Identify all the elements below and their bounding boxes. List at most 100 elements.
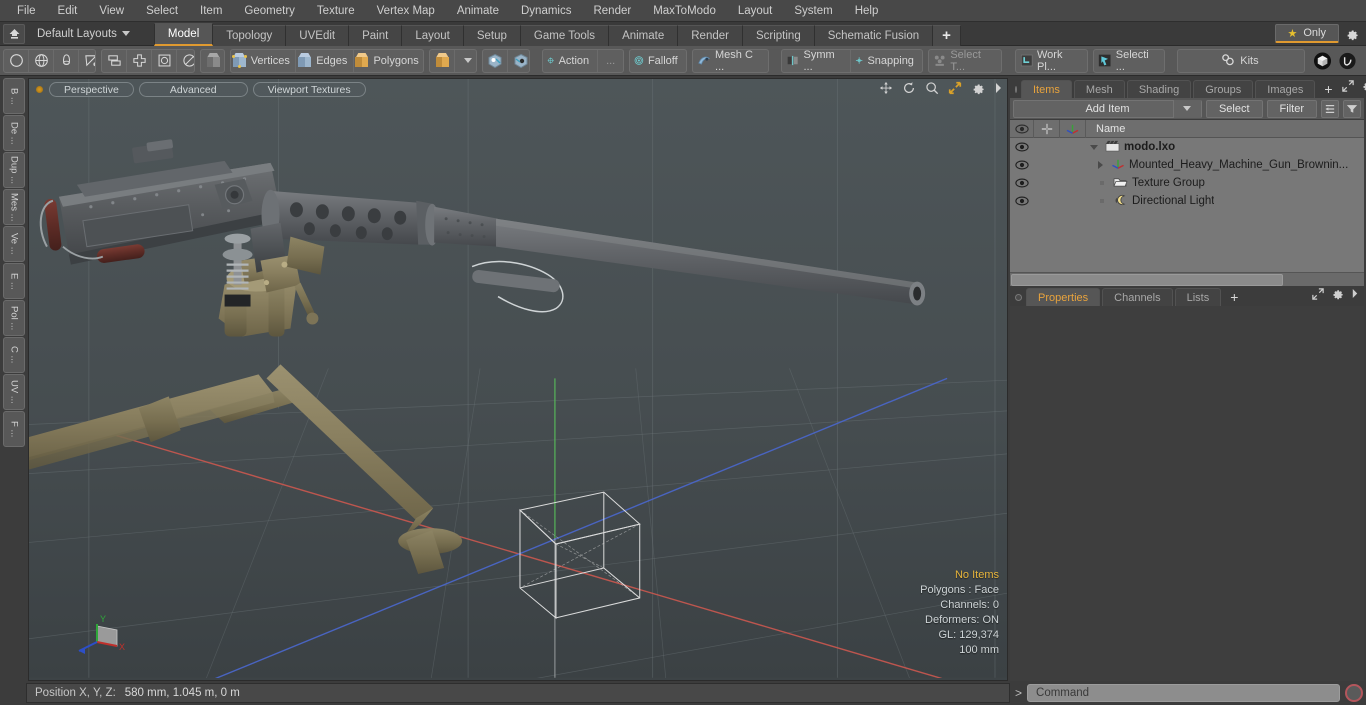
cone-icon[interactable] [54, 49, 79, 72]
filter-button[interactable]: Filter [1266, 99, 1317, 118]
menu-geometry[interactable]: Geometry [233, 0, 306, 22]
panel-menu-dot[interactable] [1015, 86, 1017, 93]
menu-system[interactable]: System [783, 0, 843, 22]
chevron-right-icon[interactable] [1351, 288, 1359, 302]
item-name-cell[interactable]: Mounted_Heavy_Machine_Gun_Brownin... [1086, 158, 1348, 173]
tab-properties[interactable]: Properties [1026, 288, 1101, 306]
tab-model[interactable]: Model [153, 22, 214, 46]
polygons-mode-button[interactable]: Polygons [354, 50, 424, 72]
panel-menu-dot[interactable] [1015, 294, 1022, 301]
left-tab-basic[interactable]: B ... [3, 78, 25, 114]
symmetry-button[interactable]: Symm ... [782, 49, 852, 72]
eye-icon[interactable] [1010, 178, 1034, 188]
gear-icon[interactable] [1361, 79, 1366, 95]
work-plane-button[interactable]: Work Pl... [1016, 50, 1088, 72]
home-up-icon[interactable] [3, 23, 25, 44]
globe-icon[interactable] [29, 49, 54, 72]
menu-texture[interactable]: Texture [306, 0, 366, 22]
menu-layout[interactable]: Layout [727, 0, 784, 22]
tab-paint[interactable]: Paint [349, 24, 403, 46]
menu-animate[interactable]: Animate [446, 0, 510, 22]
eye-icon[interactable] [1010, 196, 1034, 206]
action-center-button[interactable]: Action [543, 49, 599, 72]
table-row[interactable]: Directional Light [1010, 192, 1364, 210]
left-tab-deform[interactable]: De ... [3, 115, 25, 151]
fit-icon[interactable] [948, 81, 962, 95]
chevron-right-icon[interactable] [994, 82, 1003, 94]
tab-render[interactable]: Render [678, 24, 743, 46]
snap-cube-a-icon[interactable] [483, 49, 509, 72]
tab-images[interactable]: Images [1255, 80, 1316, 98]
tab-items[interactable]: Items [1021, 80, 1072, 98]
orange-cube-icon[interactable] [430, 49, 456, 72]
snap-cube-b-icon[interactable] [508, 50, 529, 72]
tab-game-tools[interactable]: Game Tools [520, 24, 610, 46]
viewport-menu-dot[interactable] [36, 85, 43, 93]
action-options-button[interactable]: ... [598, 50, 623, 72]
items-list[interactable]: modo.lxo Mounted_Heavy_Machine_Gun_Brown… [1010, 138, 1364, 272]
left-tab-vertex[interactable]: Ve ... [3, 226, 25, 262]
expand-icon[interactable] [1341, 79, 1354, 95]
add-properties-tab-button[interactable]: + [1223, 288, 1245, 306]
properties-content[interactable] [1010, 306, 1364, 681]
tab-topology[interactable]: Topology [213, 24, 287, 46]
pan-icon[interactable] [879, 81, 893, 95]
perspective-viewport[interactable]: -Z [28, 78, 1008, 681]
add-item-button[interactable]: Add Item [1013, 99, 1202, 118]
axis-gizmo[interactable]: Y X [73, 608, 137, 664]
tab-uvedit[interactable]: UVEdit [286, 24, 350, 46]
menu-item[interactable]: Item [189, 0, 233, 22]
item-name-cell[interactable]: Texture Group [1086, 176, 1205, 191]
menu-help[interactable]: Help [844, 0, 890, 22]
item-name-cell[interactable]: Directional Light [1086, 194, 1214, 209]
zoom-icon[interactable] [925, 81, 939, 95]
tab-shading[interactable]: Shading [1126, 80, 1192, 98]
left-tab-uv[interactable]: UV ... [3, 374, 25, 410]
rotate-icon[interactable] [902, 81, 916, 95]
left-tab-mesh[interactable]: Mes ... [3, 189, 25, 225]
tab-channels[interactable]: Channels [1102, 288, 1173, 306]
select-button[interactable]: Select [1205, 99, 1263, 118]
tab-setup[interactable]: Setup [463, 24, 521, 46]
tab-schematic-fusion[interactable]: Schematic Fusion [814, 24, 934, 46]
gear-icon[interactable] [1342, 24, 1362, 43]
menu-edit[interactable]: Edit [47, 0, 89, 22]
left-tab-fusion[interactable]: F ... [3, 411, 25, 447]
tab-lists[interactable]: Lists [1174, 288, 1222, 306]
kits-button[interactable]: Kits [1178, 50, 1304, 72]
expand-icon[interactable] [1312, 287, 1324, 303]
snapping-button[interactable]: Snapping [851, 50, 922, 72]
hscrollbar-thumb[interactable] [1011, 273, 1283, 286]
add-item-dropdown[interactable] [1172, 99, 1201, 118]
menu-view[interactable]: View [88, 0, 135, 22]
expand-triangle-icon[interactable] [1090, 144, 1098, 150]
tab-mesh-ops[interactable]: Mesh ... [1073, 80, 1125, 114]
record-icon[interactable] [1345, 684, 1363, 702]
only-toggle-button[interactable]: ★ Only [1274, 24, 1339, 43]
funnel-icon[interactable] [1343, 99, 1361, 118]
curve-icon[interactable] [79, 50, 96, 72]
unreal-icon[interactable] [1335, 50, 1358, 72]
sliced-circle-icon[interactable] [177, 50, 194, 72]
table-row[interactable]: Texture Group [1010, 174, 1364, 192]
left-tab-polygon[interactable]: Pol ... [3, 300, 25, 336]
menu-maxtomodo[interactable]: MaxToModo [642, 0, 727, 22]
left-tab-edge[interactable]: E ... [3, 263, 25, 299]
menu-render[interactable]: Render [582, 0, 642, 22]
eye-icon[interactable] [1010, 119, 1034, 138]
tab-layout[interactable]: Layout [402, 24, 464, 46]
vertices-mode-button[interactable]: Vertices [231, 49, 296, 72]
circle-icon[interactable] [4, 49, 29, 72]
command-input[interactable]: Command [1027, 684, 1340, 702]
add-tab-button[interactable]: + [933, 24, 961, 46]
table-row[interactable]: Mounted_Heavy_Machine_Gun_Brownin... [1010, 156, 1364, 174]
collapse-triangle-icon[interactable] [1098, 161, 1103, 169]
dark-cube-icon[interactable] [1310, 50, 1335, 72]
table-row[interactable]: modo.lxo [1010, 138, 1364, 156]
left-tab-duplicate[interactable]: Dup ... [3, 152, 25, 188]
tab-groups[interactable]: Groups [1193, 80, 1254, 98]
cross-shape-icon[interactable] [127, 49, 153, 72]
gear-icon[interactable] [1331, 287, 1344, 303]
mesh-constraint-button[interactable]: Mesh C ... [693, 50, 768, 72]
menu-dynamics[interactable]: Dynamics [510, 0, 582, 22]
